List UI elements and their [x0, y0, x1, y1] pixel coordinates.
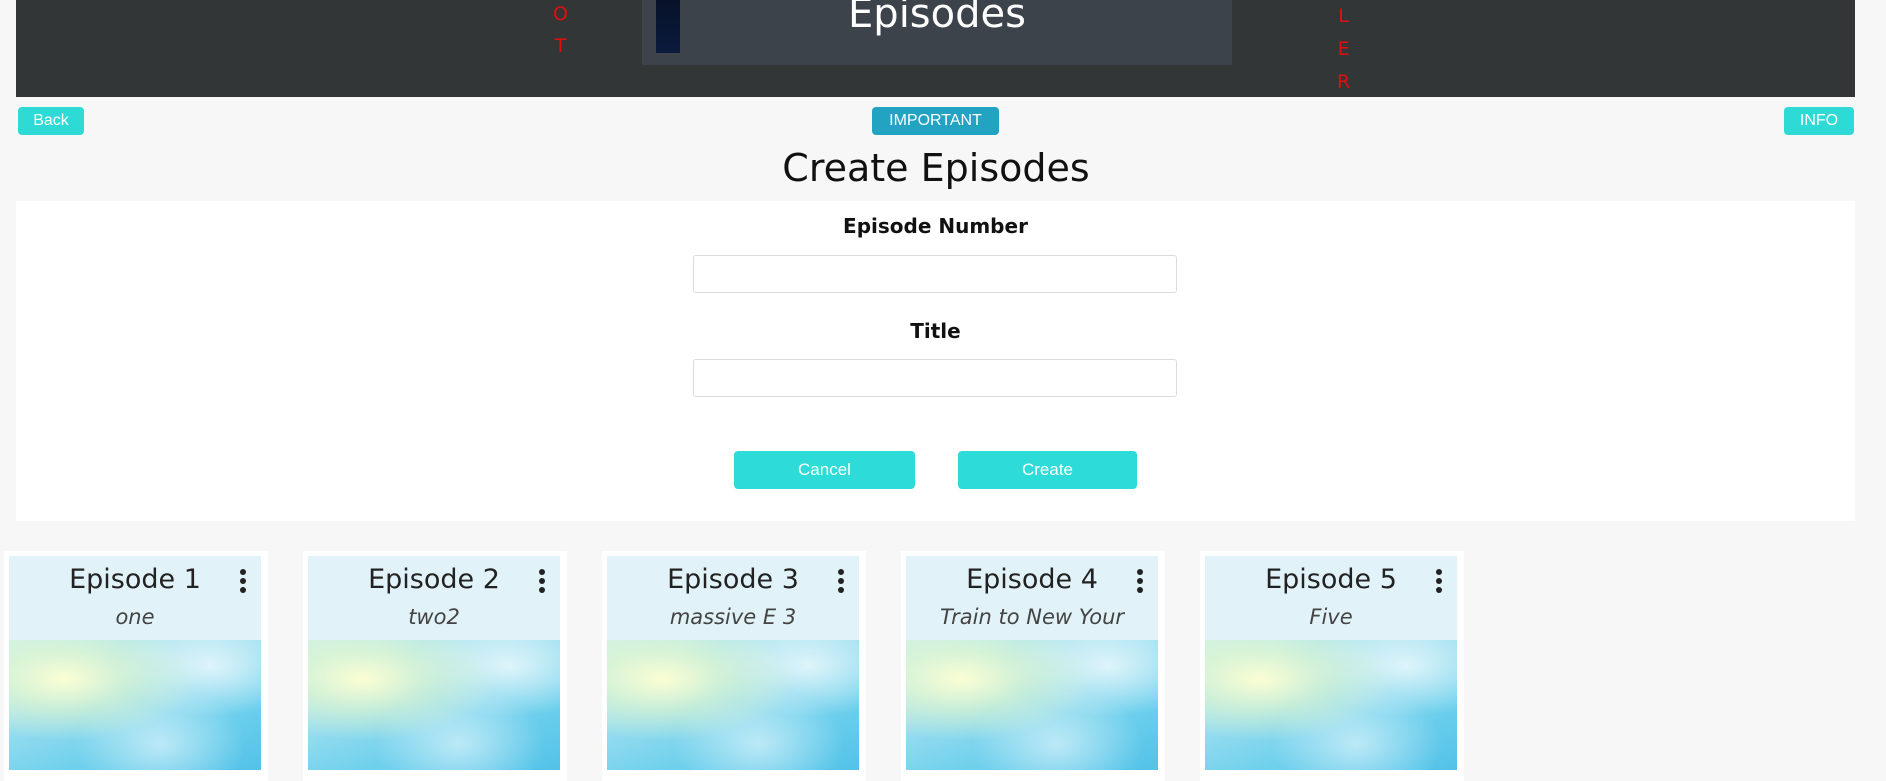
episode-card-header: Episode 4 Train to New Your	[906, 556, 1158, 640]
episode-number-input[interactable]	[693, 255, 1177, 293]
episode-thumbnail	[607, 640, 859, 770]
letter: R	[1337, 71, 1351, 93]
banner-title: Episodes	[848, 0, 1026, 37]
episode-number-label: Episode Number	[843, 214, 1028, 238]
create-button[interactable]: Create	[958, 451, 1137, 489]
episode-card[interactable]: Episode 5 Five	[1200, 551, 1464, 781]
cancel-button[interactable]: Cancel	[734, 451, 915, 489]
episode-card-header: Episode 5 Five	[1205, 556, 1457, 640]
page-title: Create Episodes	[782, 146, 1090, 190]
top-banner: O T Episodes L E R	[16, 0, 1855, 97]
kebab-menu-icon[interactable]	[534, 569, 550, 593]
kebab-menu-icon[interactable]	[833, 569, 849, 593]
episode-title: Episode 4	[966, 564, 1098, 595]
letter: L	[1338, 5, 1349, 27]
episode-subtitle: Five	[1309, 605, 1353, 629]
kebab-menu-icon[interactable]	[1431, 569, 1447, 593]
episode-thumbnail	[1205, 640, 1457, 770]
episode-subtitle: Train to New Your	[939, 605, 1125, 629]
create-episode-form: Episode Number Title Cancel Create	[16, 201, 1855, 521]
episode-card[interactable]: Episode 4 Train to New Your	[901, 551, 1165, 781]
episode-card[interactable]: Episode 2 two2	[303, 551, 567, 781]
episode-card[interactable]: Episode 3 massive E 3	[602, 551, 866, 781]
episode-title: Episode 5	[1265, 564, 1397, 595]
episode-card-header: Episode 3 massive E 3	[607, 556, 859, 640]
episode-thumbnail	[9, 640, 261, 770]
kebab-menu-icon[interactable]	[1132, 569, 1148, 593]
letter: O	[553, 3, 568, 25]
episode-card[interactable]: Episode 1 one	[4, 551, 268, 781]
banner-panel: Episodes	[642, 0, 1232, 65]
episode-title: Episode 1	[69, 564, 201, 595]
episode-title: Episode 3	[667, 564, 799, 595]
title-input[interactable]	[693, 359, 1177, 397]
info-button[interactable]: INFO	[1784, 107, 1854, 135]
episode-subtitle: massive E 3	[669, 605, 797, 629]
episode-card-header: Episode 2 two2	[308, 556, 560, 640]
episode-title: Episode 2	[368, 564, 500, 595]
episode-subtitle: one	[115, 605, 155, 629]
episode-thumbnail	[906, 640, 1158, 770]
title-label: Title	[910, 319, 961, 343]
back-button[interactable]: Back	[18, 107, 84, 135]
vertical-letters-right: L E R	[1337, 0, 1350, 99]
episode-card-header: Episode 1 one	[9, 556, 261, 640]
vertical-letters-left: O T	[553, 0, 568, 62]
letter: E	[1337, 38, 1350, 60]
important-button[interactable]: IMPORTANT	[872, 107, 999, 135]
letter: T	[554, 35, 567, 57]
episode-subtitle: two2	[408, 605, 460, 629]
episode-thumbnail	[308, 640, 560, 770]
kebab-menu-icon[interactable]	[235, 569, 251, 593]
